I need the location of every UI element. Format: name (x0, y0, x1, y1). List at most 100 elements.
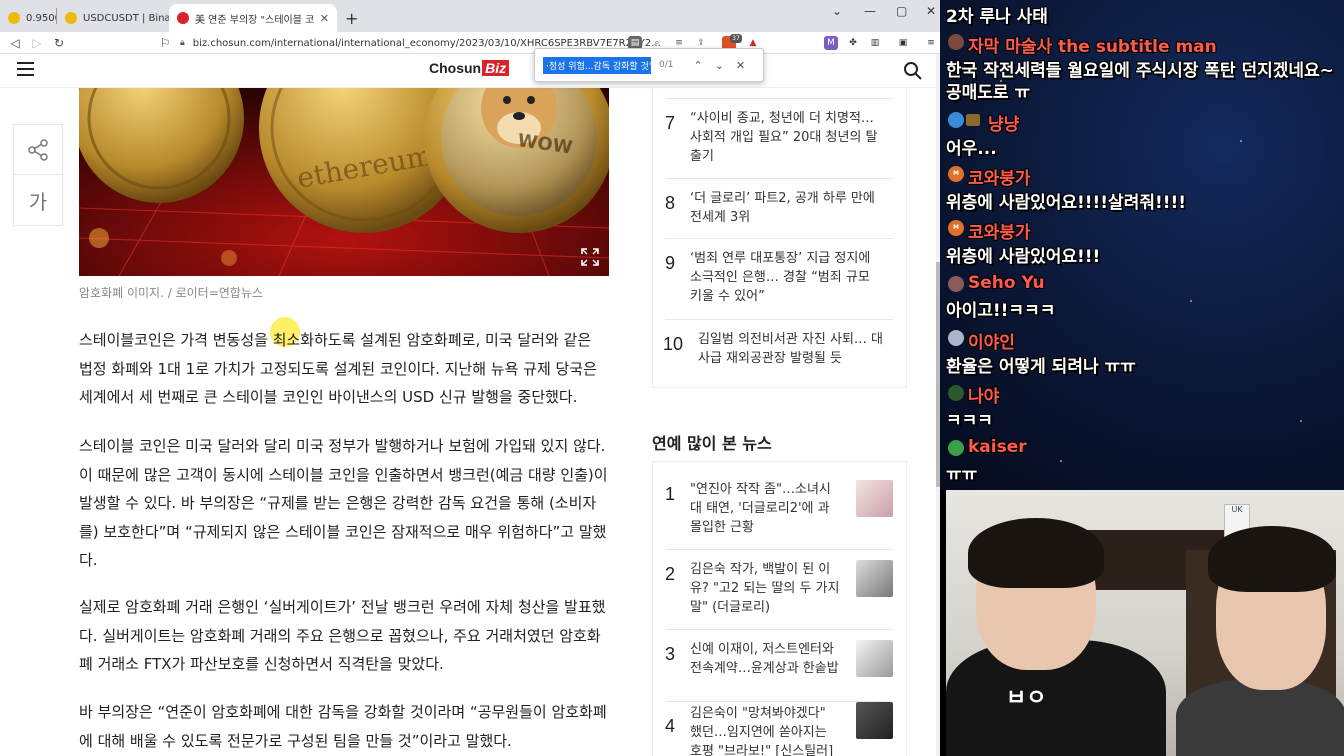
subscriber-badge-icon (966, 114, 980, 126)
rank-headline: 김일범 의전비서관 자진 사퇴… 대사급 재외공관장 발령될 듯 (698, 332, 884, 366)
search-icon[interactable] (903, 61, 923, 81)
tab-label: USDCUSDT | Binance Spot (83, 12, 169, 24)
share-button[interactable] (14, 125, 62, 175)
article-paragraph: 스테이블코인은 가격 변동성을 최소화하도록 설계된 암호화폐로, 미국 달러와… (79, 331, 597, 406)
entertainment-item[interactable]: 4 김은숙이 "망쳐봐야겠다" 했던…임지연에 쏟아지는 호평 "브라보!" [… (665, 702, 893, 756)
back-icon[interactable]: ◁ (4, 36, 26, 50)
find-bar: ·정성 위협...감독 강화할 것' 0/1 ⌃ ⌄ ✕ (534, 48, 764, 82)
chat-username: 냥냥 (988, 115, 1020, 135)
rank-number: 8 (665, 193, 676, 213)
rank-headline: ‘더 글로리’ 파트2, 공개 하루 만에 전세계 3위 (690, 191, 875, 225)
person-right-body (1176, 680, 1344, 756)
logo-main-text: Chosun (429, 60, 482, 76)
new-tab-button[interactable]: + (345, 4, 358, 32)
article-paragraph: 실제로 암호화폐 거래 은행인 ‘실버게이트가’ 전날 뱅크런 우려에 자체 청… (79, 598, 606, 673)
person-left-hair (968, 518, 1104, 588)
entertainment-item[interactable]: 2 김은숙 작가, 백발이 된 이유? "고2 되는 딸의 두 가지 말" (더… (665, 550, 893, 630)
maximize-icon[interactable]: ▢ (896, 4, 907, 18)
member-badge-icon: M (948, 220, 964, 236)
hamburger-menu-icon[interactable] (17, 62, 34, 76)
sidebar-icon[interactable]: ▥ (868, 36, 882, 50)
webcam-feed: UK ㅂㅇ (946, 490, 1344, 756)
rank-number: 7 (665, 113, 676, 133)
find-previous-icon[interactable]: ⌃ (693, 59, 702, 72)
tab-price[interactable]: 0.9500 (0, 4, 56, 32)
extension-icon[interactable]: M (824, 36, 838, 50)
background-star (1190, 300, 1192, 302)
user-avatar-icon (948, 440, 964, 456)
chat-message: ㅋㅋㅋ (946, 411, 993, 431)
user-avatar-icon (948, 276, 964, 292)
tab-label: 0.9500 (26, 12, 56, 24)
rank-number: 2 (665, 564, 676, 584)
ent-headline: 신예 이재이, 저스트엔터와 전속계약…윤계상과 한솥밥 (690, 642, 839, 676)
chosun-favicon-icon (177, 12, 189, 24)
chat-message: 2차 루나 사태 (946, 7, 1048, 27)
image-caption: 암호화폐 이미지. / 로이터=연합뉴스 (79, 286, 263, 300)
article-thumbnail[interactable] (856, 480, 893, 517)
rank-number: 10 (663, 334, 684, 354)
site-header: Chosun Biz (0, 54, 940, 88)
article-thumbnail[interactable] (856, 560, 893, 597)
chat-message: 아이고!!ㅋㅋㅋ (946, 301, 1056, 321)
minimize-icon[interactable]: — (864, 4, 876, 18)
site-logo[interactable]: Chosun Biz (429, 60, 510, 76)
entertainment-list: 1 "연진아 작작 좀"…소녀시대 태연, '더글로리2'에 과몰입한 근황 2… (652, 461, 907, 756)
browser-window: 0.9500 USDCUSDT | Binance Spot 美 연준 부의장 … (0, 0, 940, 756)
expand-image-icon[interactable] (581, 248, 599, 266)
most-read-list: 7 “사이비 종교, 청년에 더 치명적… 사회적 개입 필요” 20대 청년의… (652, 88, 907, 388)
chat-username: 코와붕가 (968, 223, 1031, 243)
article-thumbnail[interactable] (856, 702, 893, 739)
article-thumbnail[interactable] (856, 640, 893, 677)
member-badge-icon: M (948, 166, 964, 182)
tab-chosun-article[interactable]: 美 연준 부의장 "스테이블 코인이 ✕ (169, 4, 337, 32)
ranking-item[interactable]: 10 김일범 의전비서관 자진 사퇴… 대사급 재외공관장 발령될 듯 (663, 320, 893, 380)
find-close-icon[interactable]: ✕ (736, 59, 745, 72)
ranking-item[interactable]: 7 “사이비 종교, 청년에 더 치명적… 사회적 개입 필요” 20대 청년의… (665, 99, 893, 179)
share-icon (28, 138, 48, 161)
wallet-icon[interactable]: ▣ (896, 36, 910, 50)
rank-headline: ‘범죄 연루 대포통장’ 지급 정지에 소극적인 은행… 경찰 “범죄 규모 키… (690, 251, 871, 304)
close-window-icon[interactable]: ✕ (926, 4, 936, 18)
find-input[interactable]: ·정성 위협...감독 강화할 것' (543, 56, 651, 74)
browser-menu-icon[interactable]: ≡ (924, 36, 938, 50)
binance-favicon-icon (65, 12, 77, 24)
chat-username: 이야인 (968, 333, 1015, 353)
ent-headline: 김은숙 작가, 백발이 된 이유? "고2 되는 딸의 두 가지 말" (더글로… (690, 562, 840, 615)
chat-message: 환율은 어떻게 되려나 ㅠㅠ (946, 357, 1136, 377)
url-text: biz.chosun.com/international/internation… (192, 37, 661, 49)
extensions-puzzle-icon[interactable]: ✤ (846, 36, 860, 50)
rank-number: 9 (665, 253, 676, 273)
close-tab-icon[interactable]: ✕ (320, 12, 329, 25)
entertainment-item[interactable]: 1 "연진아 작작 좀"…소녀시대 태연, '더글로리2'에 과몰입한 근황 (665, 470, 893, 550)
tab-binance[interactable]: USDCUSDT | Binance Spot (57, 4, 169, 32)
background-star (1300, 420, 1302, 422)
logo-accent-text: Biz (482, 60, 510, 76)
user-avatar-icon (948, 385, 964, 401)
article-paragraph: 바 부의장은 “연준이 암호화폐에 대한 감독을 강화할 것이라며 “공무원들이… (79, 703, 607, 750)
ranking-item[interactable]: 9 ‘범죄 연루 대포통장’ 지급 정지에 소극적인 은행… 경찰 “범죄 규모… (665, 239, 893, 320)
font-size-button[interactable]: 가 (14, 175, 62, 225)
find-result-count: 0/1 (659, 60, 674, 70)
entertainment-item[interactable]: 3 신예 이재이, 저스트엔터와 전속계약…윤계상과 한솥밥 (665, 630, 893, 702)
rank-number: 3 (665, 644, 676, 664)
ranking-item[interactable]: 8 ‘더 글로리’ 파트2, 공개 하루 만에 전세계 3위 (665, 179, 893, 239)
background-star (1060, 460, 1062, 462)
entertainment-section-title: 연예 많이 본 뉴스 (652, 434, 772, 453)
ent-headline: "연진아 작작 좀"…소녀시대 태연, '더글로리2'에 과몰입한 근황 (690, 482, 831, 535)
reload-icon[interactable]: ↻ (48, 36, 70, 50)
tab-search-icon[interactable]: ⌄ (832, 4, 842, 18)
shield-count-badge: 37 (730, 34, 742, 43)
find-next-icon[interactable]: ⌄ (715, 59, 724, 72)
rank-number: 1 (665, 484, 676, 504)
forward-icon[interactable]: ▷ (26, 36, 48, 50)
person-right-hair (1208, 526, 1336, 592)
chat-username: 코와붕가 (968, 169, 1031, 189)
article-paragraph: 스테이블 코인은 미국 달러와 달리 미국 정부가 발행하거나 보험에 가입돼 … (79, 437, 608, 569)
chat-message: 위층에 사람있어요!!!!살려줘!!!! (946, 193, 1186, 213)
bookmark-icon[interactable]: ⚐ (154, 36, 176, 50)
article-image: ethereum WOW (79, 88, 609, 276)
chat-message: ㅠㅠ (946, 465, 978, 485)
chat-message: 공매도로 ㅠ (946, 83, 1031, 103)
tab-strip: 0.9500 USDCUSDT | Binance Spot 美 연준 부의장 … (0, 0, 940, 32)
